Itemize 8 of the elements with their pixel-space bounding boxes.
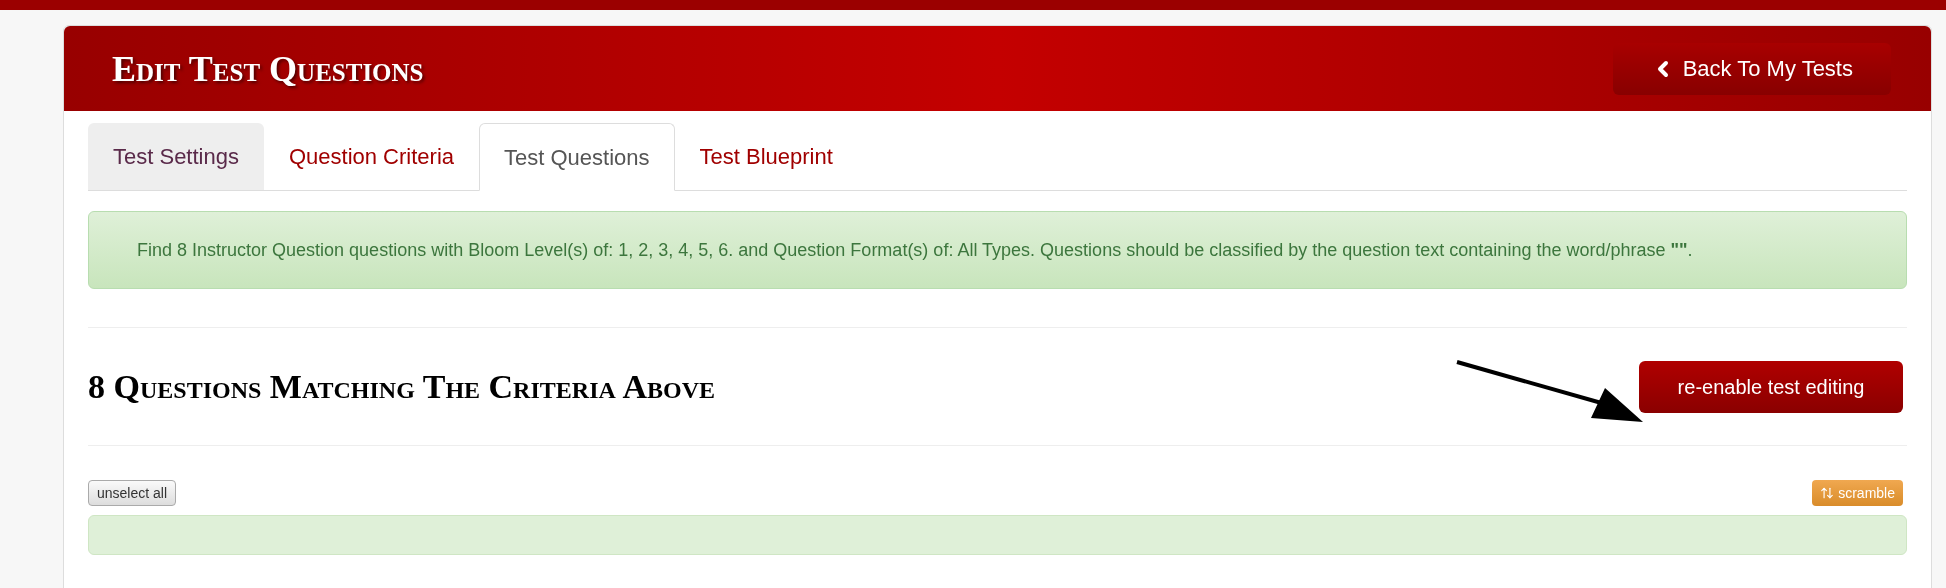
results-heading: 8 Questions Matching The Criteria Above <box>88 367 715 407</box>
reenable-editing-button[interactable]: re-enable test editing <box>1639 360 1903 413</box>
criteria-alert: Find 8 Instructor Question questions with Bloom Level(s) of: 1, 2, 3, 4, 5, 6. and Question Format(s) of: All Types. Questions should be classified by the question text containing the word/phrase "". <box>88 211 1907 289</box>
tab[interactable]: Test Questions <box>479 123 675 191</box>
sort-icon <box>1820 486 1835 500</box>
unselect-all-button[interactable]: unselect all <box>88 480 177 506</box>
back-button[interactable]: Back To My Tests <box>1612 42 1891 95</box>
page-title: Edit Test Questions <box>112 47 424 91</box>
